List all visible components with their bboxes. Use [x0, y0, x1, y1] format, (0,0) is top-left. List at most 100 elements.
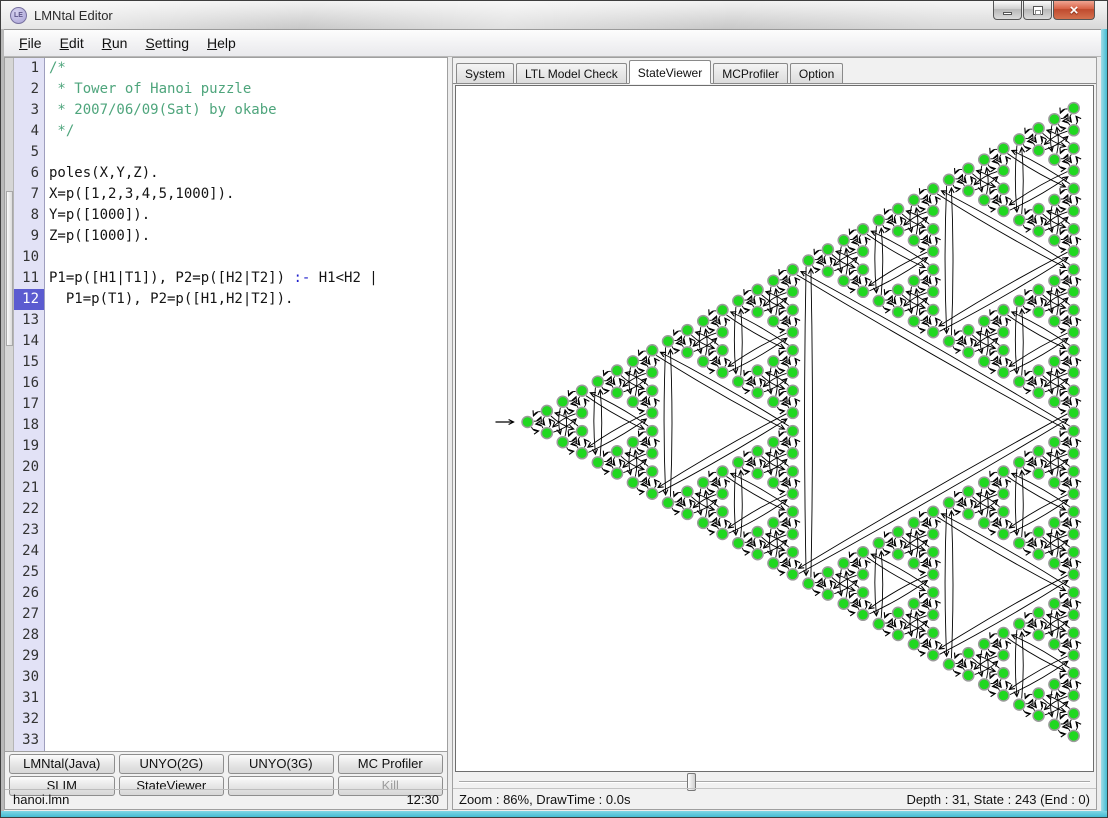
- editor-line[interactable]: 29: [14, 646, 447, 667]
- state-graph-canvas[interactable]: [455, 85, 1094, 772]
- editor-line[interactable]: 23: [14, 520, 447, 541]
- editor-line[interactable]: 16: [14, 373, 447, 394]
- tab-option[interactable]: Option: [790, 63, 843, 83]
- state-node: [557, 437, 568, 448]
- editor-line[interactable]: 33: [14, 730, 447, 751]
- editor-line[interactable]: 30: [14, 667, 447, 688]
- state-node: [787, 466, 798, 477]
- state-node: [717, 506, 728, 517]
- code-text: [45, 247, 49, 268]
- file-name: hanoi.lmn: [13, 792, 69, 807]
- title-bar[interactable]: LE LMNtal Editor ×: [1, 1, 1107, 30]
- state-node: [768, 517, 779, 528]
- code-text: [45, 331, 49, 352]
- state-node: [873, 618, 884, 629]
- editor-scrollbar-thumb[interactable]: [6, 191, 13, 346]
- zoom-slider-track[interactable]: [459, 781, 1090, 783]
- menu-item-help[interactable]: Help: [198, 31, 245, 55]
- state-node: [908, 517, 919, 528]
- editor-scrollbar[interactable]: [5, 58, 14, 751]
- code-text: [45, 583, 49, 604]
- menu-item-edit[interactable]: Edit: [51, 31, 93, 55]
- state-node: [1049, 719, 1060, 730]
- state-node: [979, 477, 990, 488]
- editor-line[interactable]: 5: [14, 142, 447, 163]
- editor-line[interactable]: 28: [14, 625, 447, 646]
- editor-line[interactable]: 19: [14, 436, 447, 457]
- state-node: [893, 607, 904, 618]
- editor-line[interactable]: 7X=p([1,2,3,4,5,1000]).: [14, 184, 447, 205]
- state-node: [787, 286, 798, 297]
- editor-line[interactable]: 17: [14, 394, 447, 415]
- state-node: [1014, 134, 1025, 145]
- code-text: [45, 667, 49, 688]
- tab-system[interactable]: System: [456, 63, 514, 83]
- menu-item-file[interactable]: File: [10, 31, 51, 55]
- state-node: [752, 307, 763, 318]
- editor-line[interactable]: 2 * Tower of Hanoi puzzle: [14, 79, 447, 100]
- state-node: [733, 457, 744, 468]
- mc-profiler-button[interactable]: MC Profiler: [338, 754, 444, 774]
- state-node: [768, 275, 779, 286]
- state-node: [1068, 165, 1079, 176]
- editor-line[interactable]: 14: [14, 331, 447, 352]
- editor-line[interactable]: 27: [14, 604, 447, 625]
- menu-item-setting[interactable]: Setting: [136, 31, 198, 55]
- minimize-button[interactable]: [993, 1, 1022, 20]
- editor-line[interactable]: 11P1=p([H1|T1]), P2=p([H2|T2]) :- H1<H2 …: [14, 268, 447, 289]
- window-controls: ×: [992, 1, 1095, 20]
- tab-stateviewer[interactable]: StateViewer: [629, 60, 711, 84]
- editor-line[interactable]: 20: [14, 457, 447, 478]
- editor-line[interactable]: 4 */: [14, 121, 447, 142]
- state-node: [592, 376, 603, 387]
- editor-line[interactable]: 10: [14, 247, 447, 268]
- line-number: 11: [14, 268, 45, 289]
- editor-lines[interactable]: 1/*2 * Tower of Hanoi puzzle3 * 2007/06/…: [14, 58, 447, 751]
- editor-line[interactable]: 3 * 2007/06/09(Sat) by okabe: [14, 100, 447, 121]
- editor-line[interactable]: 31: [14, 688, 447, 709]
- editor-line[interactable]: 21: [14, 478, 447, 499]
- editor-line[interactable]: 32: [14, 709, 447, 730]
- editor-line[interactable]: 24: [14, 541, 447, 562]
- editor-line[interactable]: 12 P1=p(T1), P2=p([H1,H2|T2]).: [14, 289, 447, 310]
- tab-ltl-model-check[interactable]: LTL Model Check: [516, 63, 627, 83]
- code-text: Z=p([1000]).: [45, 226, 150, 247]
- state-node: [908, 316, 919, 327]
- editor-area[interactable]: 1/*2 * Tower of Hanoi puzzle3 * 2007/06/…: [5, 58, 447, 752]
- state-graph-svg[interactable]: [456, 86, 1093, 773]
- state-node: [1033, 145, 1044, 156]
- state-node: [682, 325, 693, 336]
- state-node: [998, 367, 1009, 378]
- close-icon: ×: [1070, 2, 1079, 19]
- state-node: [893, 549, 904, 560]
- menu-item-run[interactable]: Run: [93, 31, 137, 55]
- state-nodes[interactable]: [522, 103, 1079, 742]
- state-node: [1033, 468, 1044, 479]
- editor-line[interactable]: 1/*: [14, 58, 447, 79]
- maximize-button[interactable]: [1023, 1, 1052, 20]
- editor-line[interactable]: 25: [14, 562, 447, 583]
- editor-line[interactable]: 26: [14, 583, 447, 604]
- editor-line[interactable]: 18: [14, 415, 447, 436]
- close-button[interactable]: ×: [1053, 1, 1095, 20]
- tab-mcprofiler[interactable]: MCProfiler: [713, 63, 788, 83]
- lmntal-java-button[interactable]: LMNtal(Java): [9, 754, 115, 774]
- state-node: [577, 426, 588, 437]
- state-node: [627, 437, 638, 448]
- state-node: [1068, 183, 1079, 194]
- state-node: [577, 407, 588, 418]
- editor-line[interactable]: 15: [14, 352, 447, 373]
- editor-line[interactable]: 22: [14, 499, 447, 520]
- unyo-3g-button[interactable]: UNYO(3G): [228, 754, 334, 774]
- unyo-2g-button[interactable]: UNYO(2G): [119, 754, 225, 774]
- line-number: 1: [14, 58, 45, 79]
- state-node: [998, 529, 1009, 540]
- state-node: [838, 275, 849, 286]
- state-node: [522, 417, 533, 428]
- editor-line[interactable]: 9Z=p([1000]).: [14, 226, 447, 247]
- editor-line[interactable]: 6poles(X,Y,Z).: [14, 163, 447, 184]
- state-node: [1049, 396, 1060, 407]
- editor-line[interactable]: 8Y=p([1000]).: [14, 205, 447, 226]
- editor-line[interactable]: 13: [14, 310, 447, 331]
- state-node: [873, 538, 884, 549]
